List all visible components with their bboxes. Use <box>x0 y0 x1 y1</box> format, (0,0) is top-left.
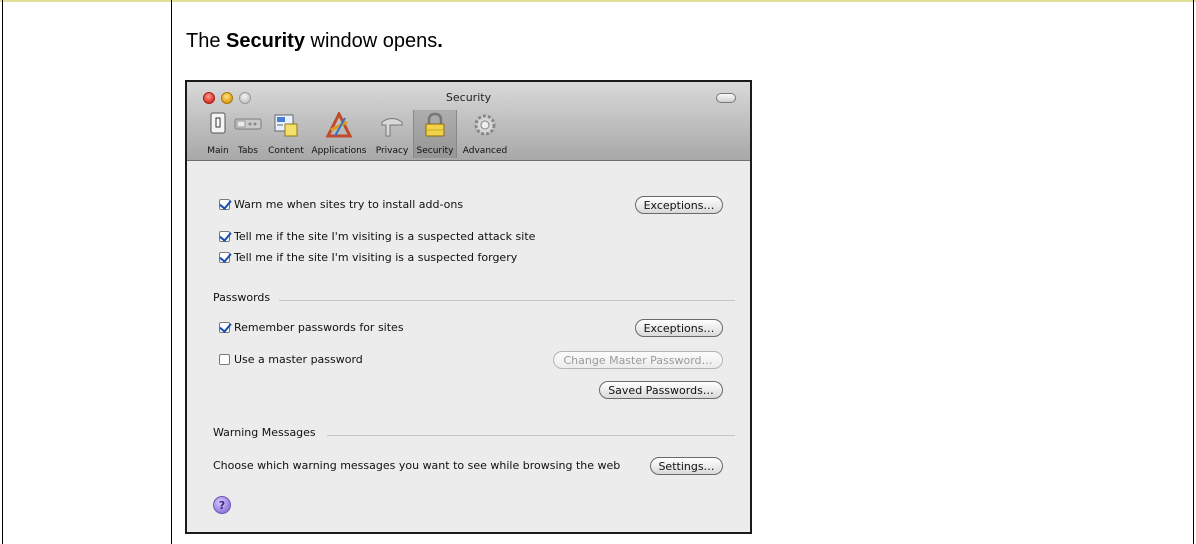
toolbar-label: Advanced <box>462 146 508 156</box>
remember-passwords-checkbox[interactable] <box>219 322 230 333</box>
toolbar-item-tabs[interactable]: Tabs <box>233 110 263 158</box>
privacy-icon <box>381 118 403 137</box>
caption-text-suffix: window opens <box>304 30 438 52</box>
caption-period: . <box>437 30 443 52</box>
table-right-border <box>1193 0 1194 544</box>
main-icon <box>210 112 226 134</box>
caption-text-prefix: The <box>186 30 227 52</box>
security-window: Security Main Tabs Content Applications … <box>185 80 752 534</box>
warn-addons-label: Warn me when sites try to install add-on… <box>234 198 464 211</box>
master-password-label: Use a master password <box>234 353 363 366</box>
attack-site-checkbox[interactable] <box>219 231 230 242</box>
step-caption: The Security window opens. <box>186 30 443 53</box>
change-master-password-button[interactable]: Change Master Password… <box>553 351 723 369</box>
forgery-checkbox[interactable] <box>219 252 230 263</box>
toolbar-item-privacy[interactable]: Privacy <box>371 110 413 158</box>
warn-addons-option[interactable]: Warn me when sites try to install add-on… <box>219 198 463 211</box>
toolbar-label: Tabs <box>238 146 258 156</box>
toolbar-item-content[interactable]: Content <box>265 110 307 158</box>
remember-passwords-option[interactable]: Remember passwords for sites <box>219 321 404 334</box>
toolbar-item-security[interactable]: Security <box>413 110 457 158</box>
table-left-border <box>2 0 3 544</box>
attack-site-label: Tell me if the site I'm visiting is a su… <box>234 230 536 243</box>
content-icon <box>274 114 298 137</box>
passwords-divider <box>279 300 735 301</box>
remember-passwords-label: Remember passwords for sites <box>234 321 404 334</box>
toolbar-toggle-button[interactable] <box>716 93 736 103</box>
toolbar-label: Security <box>416 146 454 156</box>
warning-messages-divider <box>327 435 735 436</box>
tabs-icon <box>234 118 262 130</box>
table-column-divider <box>171 0 172 544</box>
window-titlebar: Security Main Tabs Content Applications … <box>187 82 750 161</box>
toolbar-label: Content <box>268 146 304 156</box>
window-title: Security <box>445 91 492 104</box>
toolbar-label: Main <box>207 146 229 156</box>
master-password-checkbox[interactable] <box>219 354 230 365</box>
toolbar-item-applications[interactable]: Applications <box>308 110 370 158</box>
saved-passwords-button[interactable]: Saved Passwords… <box>599 381 723 399</box>
addons-exceptions-button[interactable]: Exceptions… <box>635 196 723 214</box>
password-exceptions-button[interactable]: Exceptions… <box>635 319 723 337</box>
table-top-border <box>0 0 1196 2</box>
warning-messages-label: Choose which warning messages you want t… <box>213 459 621 472</box>
caption-bold-text: Security <box>226 30 305 52</box>
toolbar-item-main[interactable]: Main <box>203 110 233 158</box>
document-table: The Security window opens. Security Main <box>0 0 1196 544</box>
toolbar-item-advanced[interactable]: Advanced <box>459 110 511 158</box>
master-password-option[interactable]: Use a master password <box>219 353 363 366</box>
applications-icon <box>325 112 353 138</box>
forgery-label: Tell me if the site I'm visiting is a su… <box>234 251 518 264</box>
forgery-option[interactable]: Tell me if the site I'm visiting is a su… <box>219 251 517 264</box>
warning-messages-text: Choose which warning messages you want t… <box>213 459 620 472</box>
lock-icon <box>425 112 445 137</box>
passwords-section-title: Passwords <box>213 291 271 304</box>
warning-messages-section-title: Warning Messages <box>213 426 316 439</box>
warning-settings-button[interactable]: Settings… <box>650 457 723 475</box>
gear-icon <box>474 114 496 136</box>
help-button[interactable]: ? <box>213 496 231 514</box>
attack-site-option[interactable]: Tell me if the site I'm visiting is a su… <box>219 230 535 243</box>
toolbar-label: Privacy <box>375 146 409 156</box>
warn-addons-checkbox[interactable] <box>219 199 230 210</box>
toolbar-label: Applications <box>311 146 367 156</box>
